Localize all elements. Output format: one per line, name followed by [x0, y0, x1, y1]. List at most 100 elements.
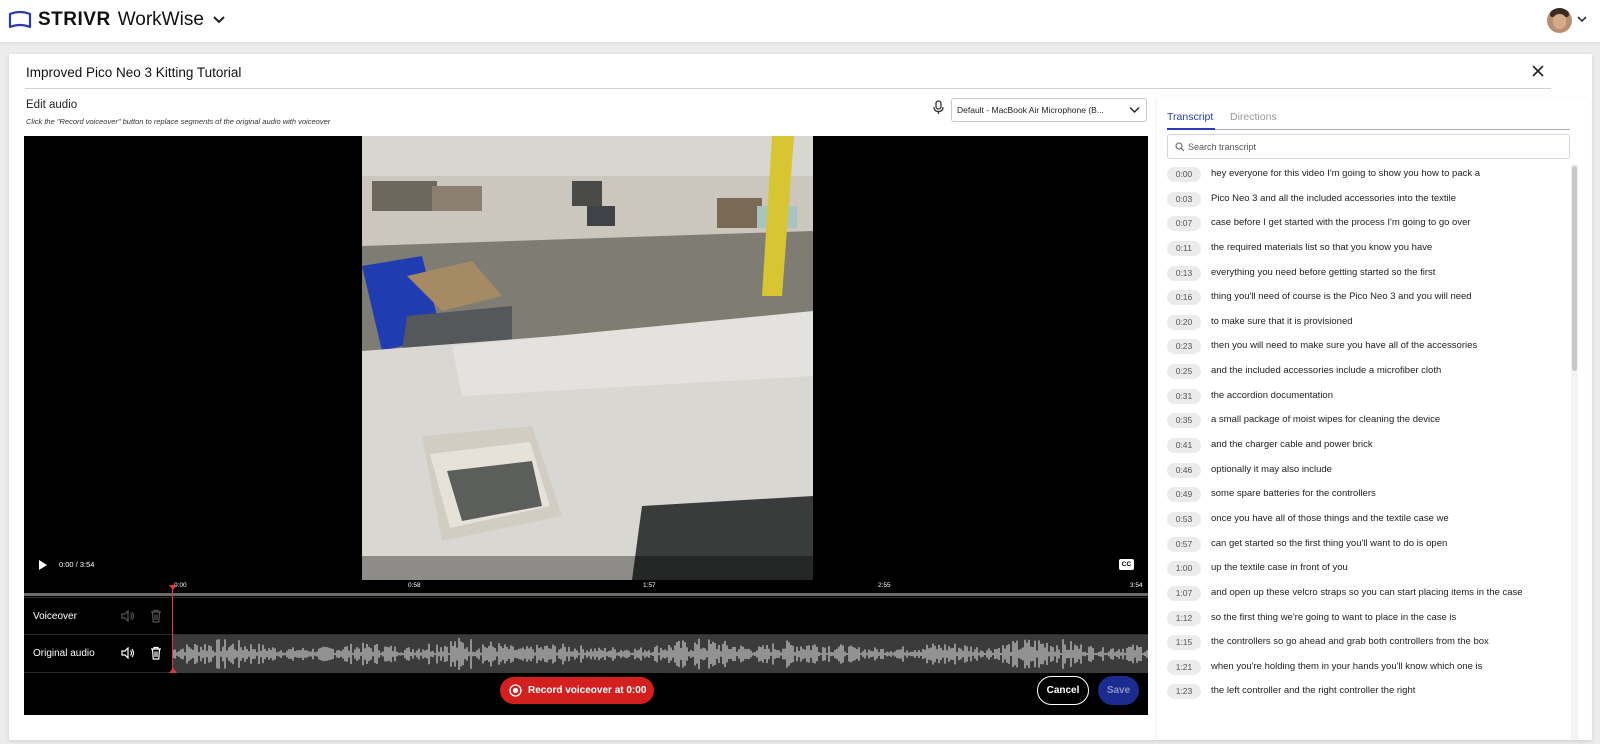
timestamp-badge[interactable]: 0:35	[1167, 413, 1201, 429]
transcript-text: then you will need to make sure you have…	[1211, 340, 1478, 352]
timestamp-badge[interactable]: 0:23	[1167, 339, 1201, 355]
timestamp-badge[interactable]: 0:57	[1167, 536, 1201, 552]
transcript-text: everything you need before getting start…	[1211, 266, 1436, 278]
chevron-down-icon[interactable]	[1576, 16, 1588, 24]
video-player[interactable]: 0:00 / 3:54 CC	[24, 136, 1148, 580]
record-voiceover-button[interactable]: Record voiceover at 0:00	[500, 677, 654, 704]
transcript-row[interactable]: 0:13 everything you need before getting s…	[1167, 263, 1547, 288]
timeline-tick: 0:58	[408, 582, 421, 589]
timestamp-badge[interactable]: 1:07	[1167, 585, 1201, 601]
volume-icon[interactable]	[121, 610, 135, 622]
product-name: WorkWise	[117, 9, 204, 30]
save-button[interactable]: Save	[1098, 676, 1139, 705]
timestamp-badge[interactable]: 0:49	[1167, 487, 1201, 503]
transcript-row[interactable]: 0:46 optionally it may also include	[1167, 460, 1547, 485]
avatar[interactable]	[1547, 8, 1572, 33]
timestamp-badge[interactable]: 1:15	[1167, 635, 1201, 651]
transcript-row[interactable]: 0:25 and the included accessories include…	[1167, 361, 1547, 386]
transcript-row[interactable]: 1:00 up the textile case in front of you	[1167, 558, 1547, 583]
transcript-text: once you have all of those things and th…	[1211, 512, 1449, 524]
search-icon	[1175, 142, 1185, 152]
timestamp-badge[interactable]: 0:25	[1167, 364, 1201, 380]
voiceover-track: Voiceover	[24, 597, 1148, 635]
microphone-icon	[933, 100, 944, 114]
transcript-row[interactable]: 0:53 once you have all of those things an…	[1167, 509, 1547, 534]
timestamp-badge[interactable]: 0:16	[1167, 290, 1201, 306]
search-input[interactable]	[1188, 139, 1558, 155]
transcript-text: the accordion documentation	[1211, 389, 1333, 401]
video-frame	[362, 136, 813, 580]
transcript-row[interactable]: 0:00 hey everyone for this video I'm goin…	[1167, 164, 1547, 189]
cancel-button[interactable]: Cancel	[1037, 676, 1089, 705]
transcript-row[interactable]: 1:21 when you're holding them in your han…	[1167, 657, 1547, 682]
transcript-text: when you're holding them in your hands y…	[1211, 660, 1483, 672]
transcript-row[interactable]: 0:35 a small package of moist wipes for c…	[1167, 410, 1547, 435]
trash-icon[interactable]	[150, 646, 162, 660]
transcript-row[interactable]: 1:12 so the first thing we're going to wa…	[1167, 608, 1547, 633]
timestamp-badge[interactable]: 0:11	[1167, 240, 1201, 256]
timestamp-badge[interactable]: 0:20	[1167, 314, 1201, 330]
volume-icon[interactable]	[121, 647, 135, 659]
tab-directions[interactable]: Directions	[1230, 111, 1277, 123]
playhead[interactable]	[172, 586, 173, 671]
transcript-text: can get started so the first thing you'l…	[1211, 537, 1448, 549]
timestamp-badge[interactable]: 0:13	[1167, 265, 1201, 281]
original-audio-lane[interactable]	[172, 635, 1148, 673]
chevron-down-icon	[1129, 107, 1140, 113]
section-hint: Click the "Record voiceover" button to r…	[26, 117, 331, 126]
transcript-row[interactable]: 1:07 and open up these velcro straps so y…	[1167, 583, 1547, 608]
timestamp-badge[interactable]: 0:03	[1167, 191, 1201, 207]
chevron-down-icon[interactable]	[212, 15, 226, 25]
transcript-text: the controllers so go ahead and grab bot…	[1211, 636, 1489, 648]
playhead-handle[interactable]	[169, 668, 177, 673]
transcript-row[interactable]: 0:20 to make sure that it is provisioned	[1167, 312, 1547, 337]
scrollbar-thumb[interactable]	[1572, 166, 1577, 371]
audio-timeline: 0:00 0:58 1:57 2:55 3:54 Voiceover Origi…	[24, 580, 1148, 715]
timeline-tick: 3:54	[1130, 582, 1143, 589]
transcript-row[interactable]: 1:23 the left controller and the right co…	[1167, 681, 1547, 706]
transcript-search[interactable]	[1167, 134, 1570, 159]
tab-transcript[interactable]: Transcript	[1167, 111, 1213, 123]
timestamp-badge[interactable]: 0:07	[1167, 216, 1201, 232]
timestamp-badge[interactable]: 0:46	[1167, 462, 1201, 478]
transcript-text: to make sure that it is provisioned	[1211, 315, 1353, 327]
transcript-text: some spare batteries for the controllers	[1211, 488, 1376, 500]
transcript-text: case before I get started with the proce…	[1211, 217, 1471, 229]
timestamp-badge[interactable]: 1:23	[1167, 684, 1201, 700]
transcript-row[interactable]: 0:41 and the charger cable and power bric…	[1167, 435, 1547, 460]
close-icon[interactable]	[1531, 64, 1545, 78]
timestamp-badge[interactable]: 0:31	[1167, 388, 1201, 404]
brand[interactable]: STRIVR WorkWise	[8, 9, 226, 31]
transcript-row[interactable]: 0:23 then you will need to make sure you …	[1167, 336, 1547, 361]
timestamp-badge[interactable]: 1:00	[1167, 561, 1201, 577]
timestamp-badge[interactable]: 1:12	[1167, 610, 1201, 626]
transcript-text: the required materials list so that you …	[1211, 241, 1433, 253]
play-icon[interactable]	[38, 559, 48, 571]
transcript-text: and the included accessories include a m…	[1211, 365, 1442, 377]
playhead-handle[interactable]	[169, 585, 177, 590]
transcript-row[interactable]: 0:11 the required materials list so that …	[1167, 238, 1547, 263]
captions-button[interactable]: CC	[1119, 559, 1134, 570]
section-label: Edit audio	[26, 99, 78, 111]
transcript-row[interactable]: 0:49 some spare batteries for the control…	[1167, 484, 1547, 509]
avatar-face	[1553, 14, 1566, 29]
transcript-row[interactable]: 0:31 the accordion documentation	[1167, 386, 1547, 411]
timestamp-badge[interactable]: 1:21	[1167, 659, 1201, 675]
timeline-ruler[interactable]	[24, 593, 1148, 596]
transcript-row[interactable]: 0:16 thing you'll need of course is the P…	[1167, 287, 1547, 312]
transcript-row[interactable]: 0:57 can get started so the first thing y…	[1167, 534, 1547, 559]
timestamp-badge[interactable]: 0:00	[1167, 167, 1201, 182]
transcript-row[interactable]: 0:07 case before I get started with the p…	[1167, 213, 1547, 238]
transcript-text: a small package of moist wipes for clean…	[1211, 414, 1441, 426]
trash-icon[interactable]	[150, 609, 162, 623]
transcript-row[interactable]: 1:15 the controllers so go ahead and grab…	[1167, 632, 1547, 657]
voiceover-lane[interactable]	[172, 598, 1148, 636]
transcript-text: so the first thing we're going to want t…	[1211, 611, 1457, 623]
transcript-row[interactable]: 0:03 Pico Neo 3 and all the included acce…	[1167, 189, 1547, 214]
transcript-text: optionally it may also include	[1211, 463, 1332, 475]
timestamp-badge[interactable]: 0:53	[1167, 511, 1201, 527]
original-audio-track: Original audio	[24, 635, 1148, 673]
microphone-select[interactable]: Default - MacBook Air Microphone (B...	[951, 98, 1147, 122]
transcript-text: hey everyone for this video I'm going to…	[1211, 168, 1481, 179]
timestamp-badge[interactable]: 0:41	[1167, 438, 1201, 454]
